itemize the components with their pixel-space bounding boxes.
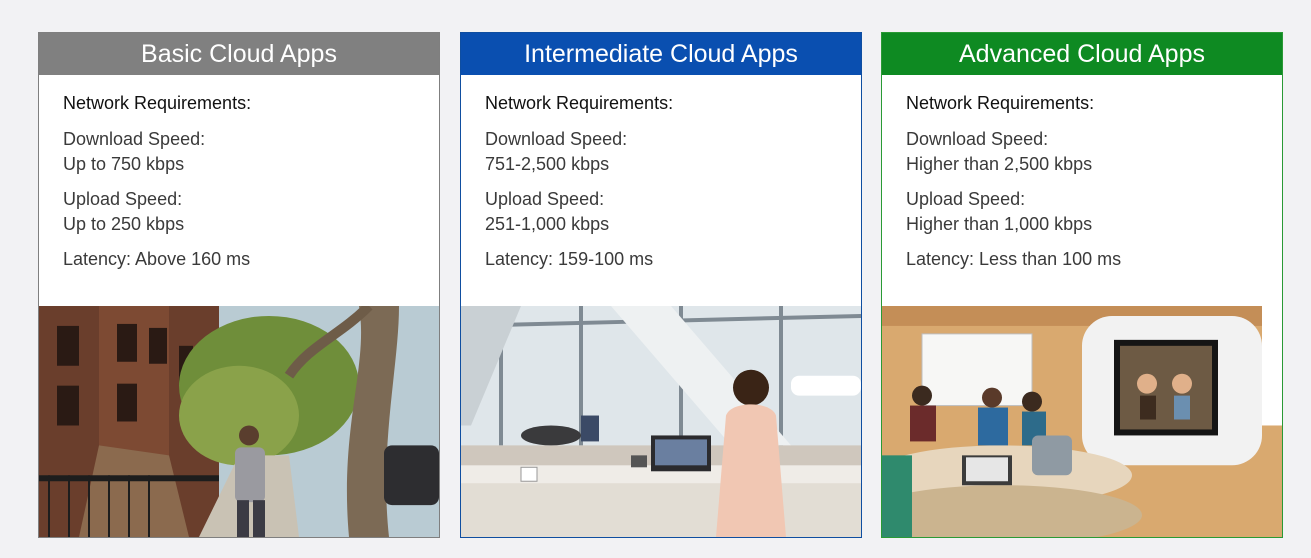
upload-label: Upload Speed: [906, 189, 1026, 209]
conference-room-photo [882, 306, 1282, 537]
card-title: Advanced Cloud Apps [958, 39, 1205, 68]
street-scene-photo [39, 306, 439, 537]
latency-text: Latency: 159-100 ms [485, 249, 654, 269]
latency-text: Latency: Less than 100 ms [906, 249, 1122, 269]
page: Basic Cloud Apps Network Requirements: D… [0, 0, 1311, 558]
download-value: Higher than 2,500 kbps [906, 154, 1093, 174]
card-header: Advanced Cloud Apps [882, 33, 1282, 75]
upload-label: Upload Speed: [485, 189, 605, 209]
latency-text: Latency: Above 160 ms [63, 249, 251, 269]
requirements-label: Network Requirements: [63, 93, 252, 113]
download-value: Up to 750 kbps [63, 154, 185, 174]
upload-label: Upload Speed: [63, 189, 183, 209]
intermediate-cloud-apps-card: Intermediate Cloud Apps Network Requirem… [460, 32, 862, 538]
card-header: Basic Cloud Apps [39, 33, 439, 75]
download-label: Download Speed: [906, 129, 1049, 149]
advanced-cloud-apps-card: Advanced Cloud Apps Network Requirements… [881, 32, 1283, 538]
basic-cloud-apps-card: Basic Cloud Apps Network Requirements: D… [38, 32, 440, 538]
card-header: Intermediate Cloud Apps [461, 33, 861, 75]
airport-lounge-photo [461, 306, 861, 537]
download-label: Download Speed: [63, 129, 206, 149]
card-title: Intermediate Cloud Apps [524, 39, 798, 68]
upload-value: 251-1,000 kbps [485, 214, 610, 234]
upload-value: Higher than 1,000 kbps [906, 214, 1093, 234]
requirements-label: Network Requirements: [906, 93, 1095, 113]
download-label: Download Speed: [485, 129, 628, 149]
upload-value: Up to 250 kbps [63, 214, 185, 234]
card-title: Basic Cloud Apps [141, 39, 337, 68]
requirements-label: Network Requirements: [485, 93, 674, 113]
download-value: 751-2,500 kbps [485, 154, 610, 174]
